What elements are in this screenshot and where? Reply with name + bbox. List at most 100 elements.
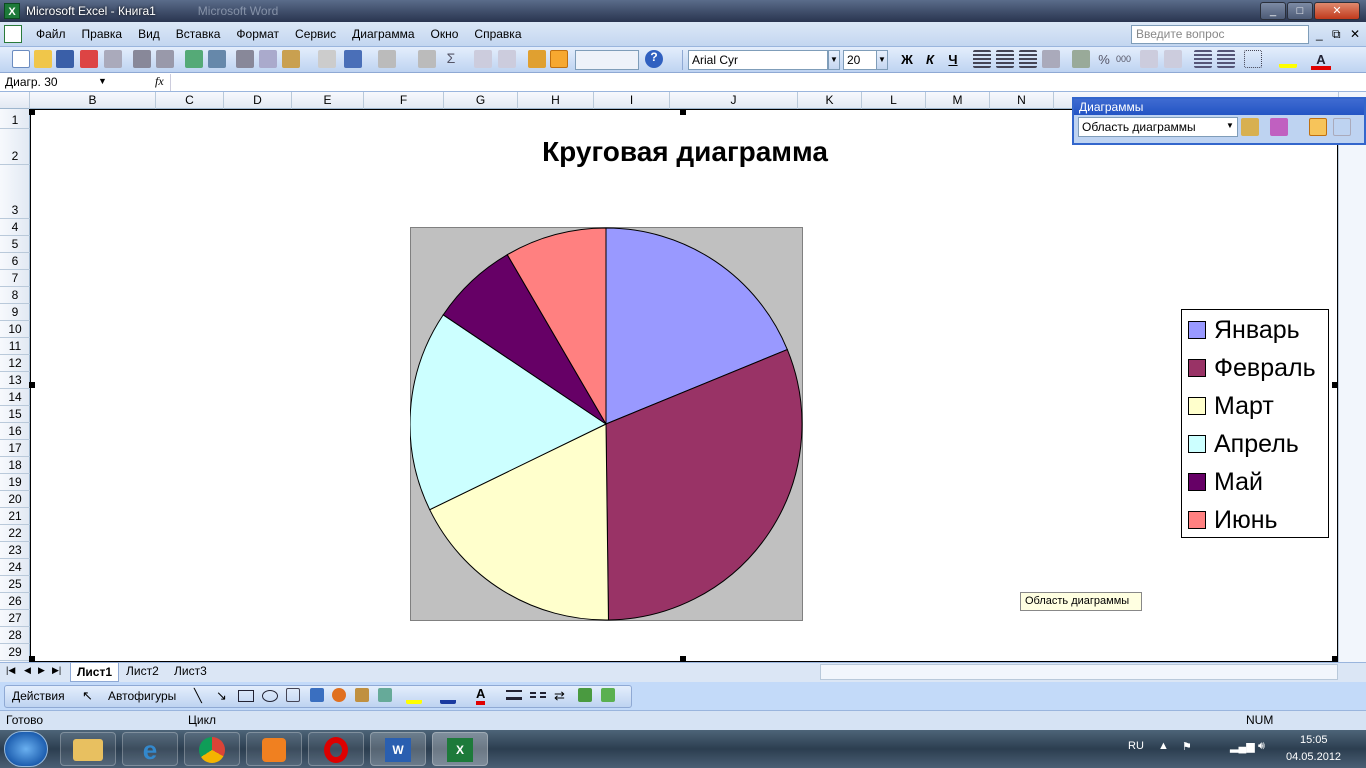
formula-input[interactable] xyxy=(170,74,1360,91)
volume-icon[interactable]: 🔊︎ xyxy=(1258,740,1265,753)
help-icon[interactable]: ? xyxy=(645,50,663,68)
fill-color-icon[interactable] xyxy=(1279,50,1297,68)
currency-icon[interactable] xyxy=(1072,50,1090,68)
open-icon[interactable] xyxy=(34,50,52,68)
row-header[interactable]: 23 xyxy=(0,542,30,559)
menu-view[interactable]: Вид xyxy=(130,22,168,47)
diagram-icon[interactable] xyxy=(332,688,346,702)
line-style-icon[interactable] xyxy=(506,690,522,700)
row-header[interactable]: 3 xyxy=(0,165,30,219)
actions-menu[interactable]: Действия xyxy=(12,689,65,703)
hyperlink-icon[interactable] xyxy=(418,50,436,68)
zoom-box[interactable] xyxy=(575,50,639,70)
name-box[interactable]: Диагр. 30 xyxy=(2,74,112,91)
clipart-icon[interactable] xyxy=(355,688,369,702)
column-header[interactable]: M xyxy=(926,92,990,109)
menu-chart[interactable]: Диаграмма xyxy=(344,22,422,47)
doc-restore-button[interactable]: ⧉ xyxy=(1332,27,1341,42)
row-header[interactable]: 13 xyxy=(0,372,30,389)
font-color-draw-icon[interactable]: A xyxy=(476,686,486,705)
column-header[interactable]: C xyxy=(156,92,224,109)
column-header[interactable]: K xyxy=(798,92,862,109)
line-color-icon[interactable] xyxy=(440,688,456,704)
column-header[interactable]: H xyxy=(518,92,594,109)
row-header[interactable]: 26 xyxy=(0,593,30,610)
clock-time[interactable]: 15:05 xyxy=(1300,734,1328,746)
italic-button[interactable]: К xyxy=(920,50,940,70)
row-header[interactable]: 16 xyxy=(0,423,30,440)
explorer-taskbar-icon[interactable] xyxy=(60,732,116,766)
maximize-button[interactable]: □ xyxy=(1287,2,1313,20)
sort-desc-icon[interactable] xyxy=(498,50,516,68)
row-header[interactable]: 17 xyxy=(0,440,30,457)
redo-icon[interactable] xyxy=(378,50,396,68)
format-object-icon[interactable] xyxy=(1241,118,1259,136)
column-header[interactable]: L xyxy=(862,92,926,109)
media-taskbar-icon[interactable] xyxy=(246,732,302,766)
chart-object-select[interactable]: Область диаграммы xyxy=(1078,117,1238,137)
new-icon[interactable] xyxy=(12,50,30,68)
word-taskbar-icon[interactable]: W xyxy=(370,732,426,766)
chart-object-dropdown-icon[interactable]: ▼ xyxy=(1226,121,1234,130)
chart-type-icon[interactable] xyxy=(1270,118,1288,136)
doc-close-button[interactable]: ✕ xyxy=(1350,27,1360,41)
row-header[interactable]: 18 xyxy=(0,457,30,474)
row-header[interactable]: 24 xyxy=(0,559,30,576)
wordart-icon[interactable] xyxy=(310,688,324,702)
percent-icon[interactable]: % xyxy=(1094,50,1114,70)
row-header[interactable]: 8 xyxy=(0,287,30,304)
row-header[interactable]: 29 xyxy=(0,644,30,661)
column-header[interactable]: F xyxy=(364,92,444,109)
column-header[interactable]: J xyxy=(670,92,798,109)
increase-decimal-icon[interactable] xyxy=(1140,50,1158,68)
email-icon[interactable] xyxy=(104,50,122,68)
save-icon[interactable] xyxy=(56,50,74,68)
tab-sheet2[interactable]: Лист2 xyxy=(120,662,165,682)
rectangle-icon[interactable] xyxy=(238,690,254,702)
column-header[interactable]: I xyxy=(594,92,670,109)
merge-center-icon[interactable] xyxy=(1042,50,1060,68)
action-center-icon[interactable]: ⚑ xyxy=(1182,740,1192,753)
plot-area[interactable] xyxy=(410,227,803,621)
paste-icon[interactable] xyxy=(282,50,300,68)
insert-function-icon[interactable]: fx xyxy=(155,74,164,89)
resize-handle[interactable] xyxy=(29,382,35,388)
tab-next-icon[interactable]: ▶ xyxy=(38,665,45,676)
column-header[interactable]: N xyxy=(990,92,1054,109)
row-header[interactable]: 21 xyxy=(0,508,30,525)
oval-icon[interactable] xyxy=(262,690,278,702)
row-header[interactable]: 22 xyxy=(0,525,30,542)
row-header[interactable]: 15 xyxy=(0,406,30,423)
doc-minimize-button[interactable]: _ xyxy=(1316,27,1323,41)
column-header[interactable]: D xyxy=(224,92,292,109)
row-header[interactable]: 20 xyxy=(0,491,30,508)
autoshapes-menu[interactable]: Автофигуры xyxy=(108,689,176,703)
menu-edit[interactable]: Правка xyxy=(74,22,131,47)
row-header[interactable]: 27 xyxy=(0,610,30,627)
row-header[interactable]: 7 xyxy=(0,270,30,287)
font-name-box[interactable]: Arial Cyr xyxy=(688,50,828,70)
column-header[interactable]: E xyxy=(292,92,364,109)
bold-button[interactable]: Ж xyxy=(897,50,917,70)
font-size-box[interactable]: 20 xyxy=(843,50,877,70)
menu-tools[interactable]: Сервис xyxy=(287,22,344,47)
row-header[interactable]: 5 xyxy=(0,236,30,253)
undo-icon[interactable] xyxy=(344,50,362,68)
row-header[interactable]: 9 xyxy=(0,304,30,321)
row-header[interactable]: 28 xyxy=(0,627,30,644)
minimize-button[interactable]: _ xyxy=(1260,2,1286,20)
menu-help[interactable]: Справка xyxy=(466,22,529,47)
fill-color-draw-icon[interactable] xyxy=(406,688,422,704)
ask-question-input[interactable]: Введите вопрос xyxy=(1131,25,1309,44)
textbox-icon[interactable] xyxy=(286,688,300,702)
menu-file[interactable]: Файл xyxy=(28,22,74,47)
menu-window[interactable]: Окно xyxy=(423,22,467,47)
row-header[interactable]: 4 xyxy=(0,219,30,236)
vertical-scrollbar[interactable] xyxy=(1338,92,1366,662)
column-header[interactable]: B xyxy=(30,92,156,109)
menu-format[interactable]: Формат xyxy=(228,22,287,47)
clock-date[interactable]: 04.05.2012 xyxy=(1286,751,1341,763)
align-left-icon[interactable] xyxy=(973,50,991,68)
underline-button[interactable]: Ч xyxy=(943,50,963,70)
chrome-taskbar-icon[interactable] xyxy=(184,732,240,766)
